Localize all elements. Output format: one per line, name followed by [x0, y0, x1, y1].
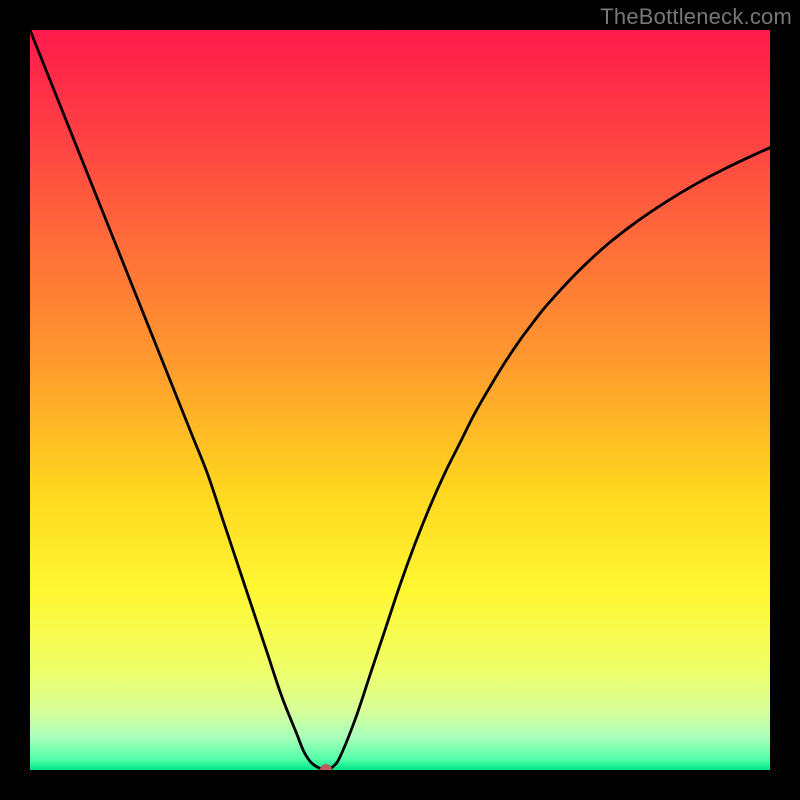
plot-area	[30, 30, 770, 770]
chart-svg	[30, 30, 770, 770]
chart-container: TheBottleneck.com	[0, 0, 800, 800]
gradient-background	[30, 30, 770, 770]
watermark-text: TheBottleneck.com	[600, 4, 792, 30]
